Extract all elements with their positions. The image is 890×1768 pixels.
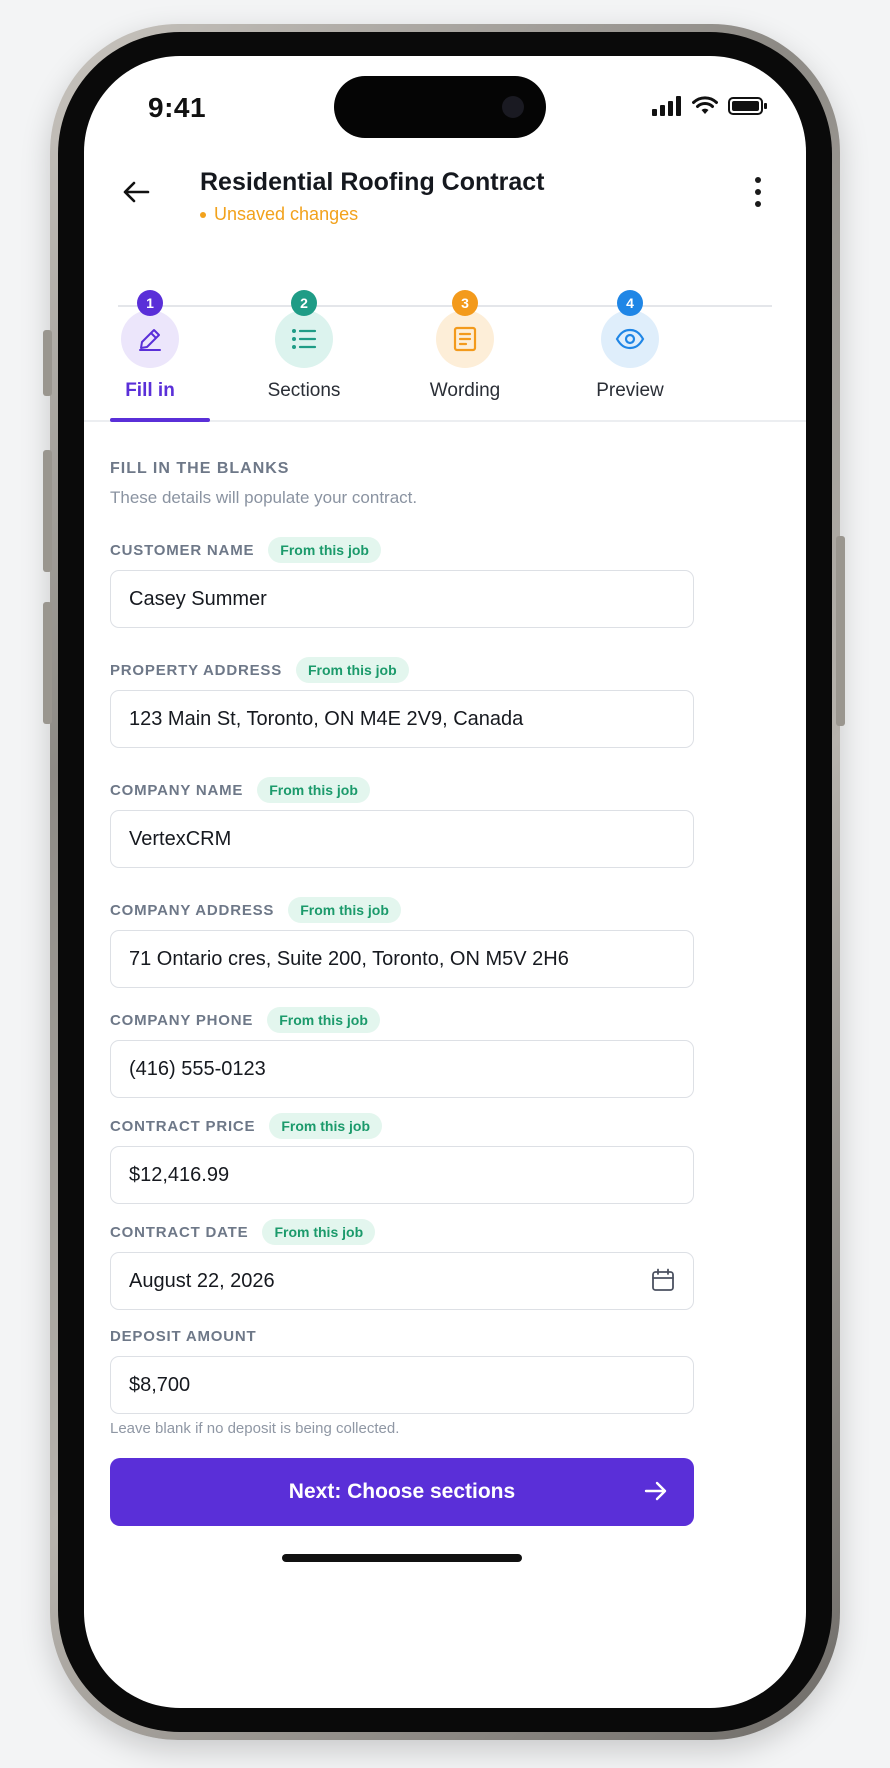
more-dot-icon xyxy=(755,177,761,183)
input-value: Casey Summer xyxy=(129,587,267,610)
field-label-deposit-amount: DEPOSIT AMOUNT xyxy=(110,1322,256,1350)
section-subtitle: These details will populate your contrac… xyxy=(110,488,418,507)
from-job-badge: From this job xyxy=(257,777,370,803)
tab-wording[interactable]: 3 Wording xyxy=(390,250,540,401)
from-job-badge: From this job xyxy=(288,897,401,923)
step-icon-circle xyxy=(601,310,659,368)
page-title: Residential Roofing Contract xyxy=(200,168,545,196)
unsaved-dot-icon xyxy=(200,211,206,218)
unsaved-status: Unsaved changes xyxy=(200,204,358,225)
step-label: Wording xyxy=(429,380,501,401)
arrow-right-icon xyxy=(644,1481,667,1501)
input-value: (416) 555-0123 xyxy=(129,1057,266,1080)
more-options-button[interactable] xyxy=(740,166,776,218)
property-address-input[interactable]: 123 Main St, Toronto, ON M4E 2V9, Canada xyxy=(110,690,694,748)
dynamic-island xyxy=(334,76,546,138)
input-value: August 22, 2026 xyxy=(129,1269,275,1292)
from-job-badge: From this job xyxy=(296,657,409,683)
step-icon-circle xyxy=(275,310,333,368)
next-button-label: Next: Choose sections xyxy=(288,1480,516,1503)
from-job-badge: From this job xyxy=(269,1113,383,1139)
more-dot-icon xyxy=(755,189,761,195)
step-label: Fill in xyxy=(125,380,175,401)
status-icons xyxy=(652,96,768,116)
action-button xyxy=(43,330,52,396)
back-button[interactable] xyxy=(112,168,160,216)
app-screen: 9:41 Residential Roofing Contract Unsave… xyxy=(84,56,806,1708)
field-label-company-phone: COMPANY PHONE From this job xyxy=(110,1006,380,1034)
input-value: 71 Ontario cres, Suite 200, Toronto, ON … xyxy=(129,947,569,970)
field-label-text: COMPANY ADDRESS xyxy=(110,901,275,919)
list-icon xyxy=(292,329,317,349)
input-value: $12,416.99 xyxy=(129,1163,230,1186)
field-label-text: PROPERTY ADDRESS xyxy=(110,661,282,679)
step-number: 1 xyxy=(137,290,163,316)
section-title: FILL IN THE BLANKS xyxy=(110,460,290,477)
step-number: 4 xyxy=(617,290,643,316)
arrow-left-icon xyxy=(123,181,150,203)
field-label-company-name: COMPANY NAME From this job xyxy=(110,776,370,804)
company-address-input[interactable]: 71 Ontario cres, Suite 200, Toronto, ON … xyxy=(110,930,694,988)
from-job-badge: From this job xyxy=(262,1219,376,1245)
home-indicator xyxy=(282,1554,522,1562)
pencil-icon xyxy=(139,329,161,351)
from-job-badge: From this job xyxy=(267,1007,380,1033)
field-label-property-address: PROPERTY ADDRESS From this job xyxy=(110,656,409,684)
stepper: 1 Fill in 2 Sections 3 Wording 4 Preview xyxy=(84,250,806,401)
calendar-icon[interactable] xyxy=(651,1268,675,1292)
tab-preview[interactable]: 4 Preview xyxy=(555,250,705,401)
field-label-text: COMPANY PHONE xyxy=(110,1011,254,1029)
step-number: 3 xyxy=(452,290,478,316)
step-icon-circle xyxy=(436,310,494,368)
contract-price-input[interactable]: $12,416.99 xyxy=(110,1146,694,1204)
more-dot-icon xyxy=(755,201,761,207)
field-label-company-address: COMPANY ADDRESS From this job xyxy=(110,896,401,924)
tab-sections[interactable]: 2 Sections xyxy=(229,250,379,401)
from-job-badge: From this job xyxy=(268,537,381,563)
field-label-text: CONTRACT PRICE xyxy=(110,1117,256,1135)
volume-down-button xyxy=(43,602,52,724)
field-label-text: DEPOSIT AMOUNT xyxy=(110,1327,257,1345)
active-tab-indicator xyxy=(110,418,210,422)
tab-fill-in[interactable]: 1 Fill in xyxy=(84,250,225,401)
input-value: 123 Main St, Toronto, ON M4E 2V9, Canada xyxy=(129,707,524,730)
field-label-customer-name: CUSTOMER NAME From this job xyxy=(110,536,381,564)
field-label-text: CONTRACT DATE xyxy=(110,1223,249,1241)
step-icon-circle xyxy=(121,310,179,368)
step-label: Preview xyxy=(596,380,664,401)
battery-icon xyxy=(728,97,767,115)
company-name-input[interactable]: VertexCRM xyxy=(110,810,694,868)
next-choose-sections-button[interactable]: Next: Choose sections xyxy=(110,1458,694,1526)
contract-date-input[interactable]: August 22, 2026 xyxy=(110,1252,694,1310)
deposit-hint: Leave blank if no deposit is being colle… xyxy=(110,1420,400,1437)
input-value: VertexCRM xyxy=(129,827,232,850)
company-phone-input[interactable]: (416) 555-0123 xyxy=(110,1040,694,1098)
signal-icon xyxy=(652,96,681,116)
step-label: Sections xyxy=(267,380,341,401)
step-number: 2 xyxy=(291,290,317,316)
input-value: $8,700 xyxy=(129,1373,191,1396)
field-label-contract-date: CONTRACT DATE From this job xyxy=(110,1218,376,1246)
deposit-amount-input[interactable]: $8,700 xyxy=(110,1356,694,1414)
volume-up-button xyxy=(43,450,52,572)
eye-icon xyxy=(615,328,645,350)
document-icon xyxy=(453,326,477,352)
field-label-text: CUSTOMER NAME xyxy=(110,541,255,559)
wifi-icon xyxy=(692,96,718,114)
status-time: 9:41 xyxy=(148,92,207,123)
power-button xyxy=(836,536,845,726)
customer-name-input[interactable]: Casey Summer xyxy=(110,570,694,628)
unsaved-text: Unsaved changes xyxy=(214,204,359,224)
field-label-contract-price: CONTRACT PRICE From this job xyxy=(110,1112,383,1140)
field-label-text: COMPANY NAME xyxy=(110,781,244,799)
